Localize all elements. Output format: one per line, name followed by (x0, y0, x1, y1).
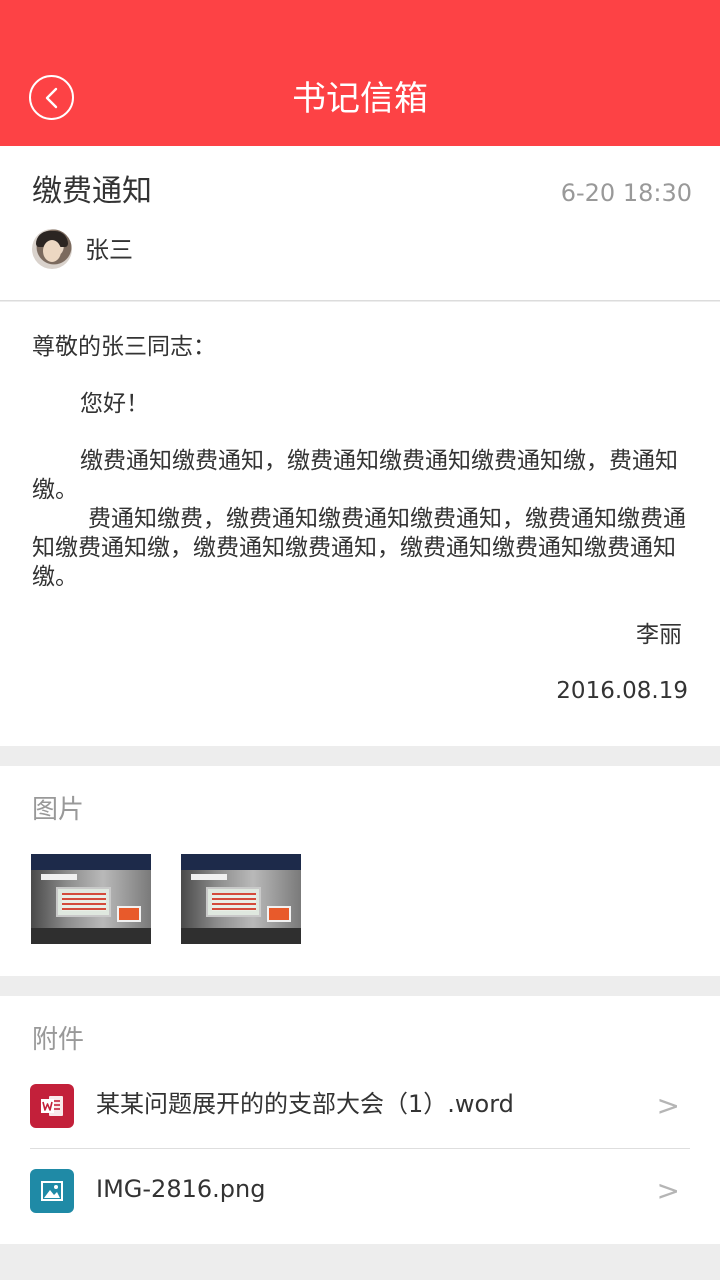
image-thumbnail[interactable] (31, 854, 151, 944)
image-file-icon (30, 1169, 74, 1213)
thumb-floor (31, 928, 151, 944)
message-subject: 缴费通知 (32, 174, 152, 209)
greeting: 您好！ (80, 391, 149, 417)
signature-date: 2016.08.19 (556, 678, 688, 704)
avatar-face (43, 240, 61, 262)
body-paragraph: 费通知缴费，缴费通知缴费通知缴费通知，缴费通知缴费通知缴费通知缴，缴费通知缴费通… (32, 506, 686, 590)
images-label: 图片 (32, 795, 85, 825)
attachments-label: 附件 (32, 1025, 85, 1055)
attachment-item-word[interactable]: 某某问题展开的的支部大会（1）.word > (0, 1064, 720, 1146)
message-header: 缴费通知 6-20 18:30 张三 (0, 146, 720, 301)
attachments-section: 附件 某某问题展开的的支部大会（1）.word > IMG-2816.png > (0, 996, 720, 1244)
thumb-panel (267, 906, 291, 922)
thumb-banner (41, 874, 77, 880)
thumb-screen (56, 887, 111, 917)
images-section: 图片 (0, 766, 720, 976)
word-file-icon (30, 1084, 74, 1128)
attachment-item-image[interactable]: IMG-2816.png > (0, 1149, 720, 1231)
thumb-floor (181, 928, 301, 944)
top-bar: 书记信箱 (0, 0, 720, 146)
attachment-name: IMG-2816.png (96, 1175, 266, 1203)
thumb-screen (206, 887, 261, 917)
salutation: 尊敬的张三同志： (32, 334, 216, 360)
chevron-right-icon: > (656, 1089, 680, 1122)
avatar[interactable] (32, 229, 72, 269)
attachment-name: 某某问题展开的的支部大会（1）.word (96, 1090, 514, 1118)
thumb-panel (117, 906, 141, 922)
signature: 李丽 (636, 622, 682, 648)
image-thumbnail[interactable] (181, 854, 301, 944)
thumb-banner (191, 874, 227, 880)
page-title: 书记信箱 (292, 79, 428, 119)
chevron-right-icon: > (656, 1174, 680, 1207)
sender-name: 张三 (85, 236, 133, 264)
message-time: 6-20 18:30 (560, 179, 692, 207)
message-body: 尊敬的张三同志： 您好！ 缴费通知缴费通知，缴费通知缴费通知缴费通知缴，费通知缴… (0, 302, 720, 746)
body-paragraph: 缴费通知缴费通知，缴费通知缴费通知缴费通知缴，费通知缴。 (32, 448, 678, 503)
